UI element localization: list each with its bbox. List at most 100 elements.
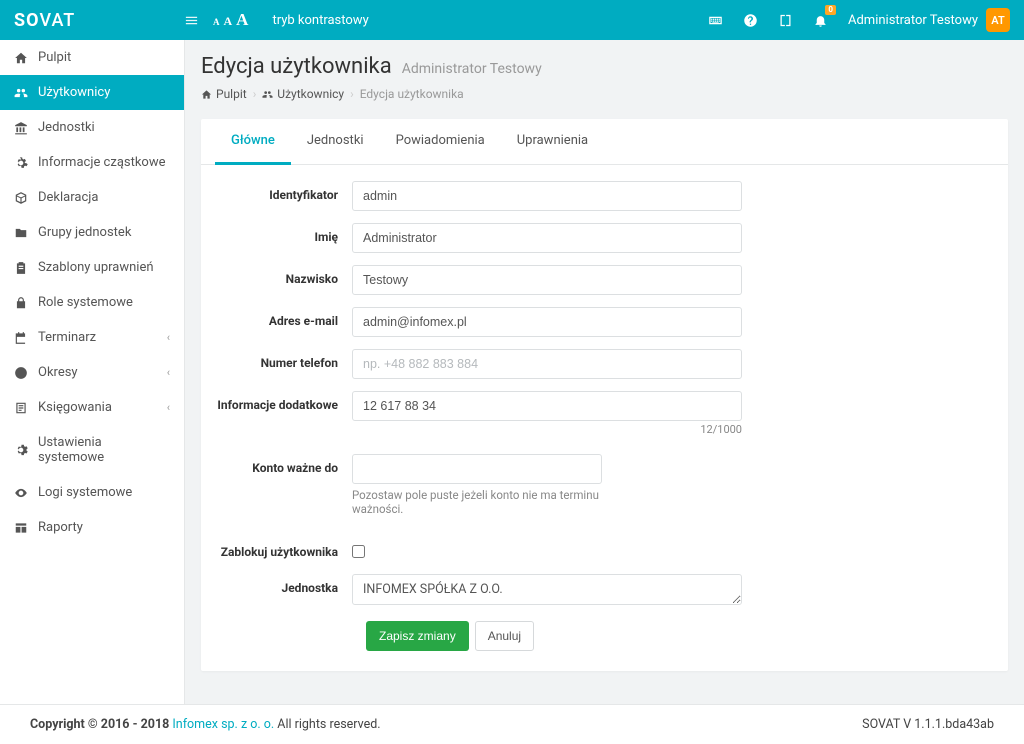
- input-imie[interactable]: [352, 223, 742, 253]
- field-imie: Imię: [217, 223, 992, 253]
- breadcrumb-separator: ›: [350, 87, 354, 101]
- eye-icon: [14, 485, 28, 500]
- keyboard-icon[interactable]: [708, 12, 723, 27]
- field-identyfikator: Identyfikator: [217, 181, 992, 211]
- char-counter: 12/1000: [352, 423, 742, 436]
- book-icon[interactable]: [778, 12, 793, 27]
- label-telefon: Numer telefon: [217, 349, 352, 370]
- sidebar-item-label: Terminarz: [38, 330, 96, 345]
- sidebar-item-ksiegowania[interactable]: Księgowania ‹: [0, 390, 184, 425]
- sidebar-item-uzytkownicy[interactable]: Użytkownicy: [0, 75, 184, 110]
- checkbox-zablokuj[interactable]: [352, 545, 365, 558]
- cancel-button[interactable]: Anuluj: [475, 621, 534, 651]
- breadcrumb-users[interactable]: Użytkownicy: [262, 87, 344, 101]
- sidebar-item-label: Księgowania: [38, 400, 112, 415]
- input-konto-wazne-do[interactable]: [352, 454, 602, 484]
- user-menu[interactable]: Administrator Testowy AT: [848, 8, 1010, 32]
- sidebar-item-raporty[interactable]: Raporty: [0, 510, 184, 545]
- form-card: Główne Jednostki Powiadomienia Uprawnien…: [201, 119, 1008, 671]
- footer-version: SOVAT V 1.1.1.bda43ab: [862, 717, 994, 732]
- input-identyfikator[interactable]: [352, 181, 742, 211]
- page-subtitle: Administrator Testowy: [402, 61, 542, 77]
- navbar-right: 0 Administrator Testowy AT: [708, 8, 1010, 32]
- label-konto-wazne-do: Konto ważne do: [217, 454, 352, 475]
- page-title: Edycja użytkownika Administrator Testowy: [201, 54, 1008, 79]
- sidebar-item-label: Raporty: [38, 520, 83, 535]
- table-icon: [14, 520, 28, 535]
- sidebar: Pulpit Użytkownicy Jednostki Informacje …: [0, 40, 185, 704]
- page-title-text: Edycja użytkownika: [201, 54, 392, 79]
- home-icon: [14, 50, 28, 65]
- label-imie: Imię: [217, 223, 352, 244]
- menu-toggle-icon[interactable]: [184, 12, 199, 27]
- sidebar-item-szablony[interactable]: Szablony uprawnień: [0, 250, 184, 285]
- input-informacje-dodatkowe[interactable]: [352, 391, 742, 421]
- box-icon: [14, 190, 28, 205]
- brand-logo[interactable]: SOVAT: [14, 10, 184, 31]
- sidebar-item-label: Jednostki: [38, 120, 95, 135]
- sidebar-item-ustawienia[interactable]: Ustawienia systemowe: [0, 425, 184, 475]
- label-identyfikator: Identyfikator: [217, 181, 352, 202]
- users-icon: [14, 85, 28, 100]
- label-nazwisko: Nazwisko: [217, 265, 352, 286]
- label-zablokuj: Zablokuj użytkownika: [217, 538, 352, 559]
- chevron-left-icon: ‹: [167, 331, 170, 344]
- folder-icon: [14, 225, 28, 240]
- clock-icon: [14, 365, 28, 380]
- footer-company-link[interactable]: Infomex sp. z o. o.: [172, 717, 274, 732]
- tabs: Główne Jednostki Powiadomienia Uprawnien…: [201, 119, 1008, 165]
- hint-konto-wazne-do: Pozostaw pole puste jeżeli konto nie ma …: [352, 488, 602, 516]
- sidebar-item-role[interactable]: Role systemowe: [0, 285, 184, 320]
- tab-uprawnienia[interactable]: Uprawnienia: [501, 119, 604, 165]
- main-content: Edycja użytkownika Administrator Testowy…: [185, 40, 1024, 704]
- tab-powiadomienia[interactable]: Powiadomienia: [380, 119, 501, 165]
- clipboard-icon: [14, 260, 28, 275]
- font-size-medium[interactable]: A: [224, 14, 233, 29]
- sidebar-item-terminarz[interactable]: Terminarz ‹: [0, 320, 184, 355]
- font-size-large[interactable]: A: [236, 10, 248, 30]
- sidebar-item-deklaracja[interactable]: Deklaracja: [0, 180, 184, 215]
- avatar: AT: [986, 8, 1010, 32]
- breadcrumb-home[interactable]: Pulpit: [201, 87, 247, 101]
- sidebar-item-grupy[interactable]: Grupy jednostek: [0, 215, 184, 250]
- sidebar-item-label: Grupy jednostek: [38, 225, 131, 240]
- font-size-small[interactable]: A: [213, 17, 220, 27]
- sidebar-item-label: Ustawienia systemowe: [38, 435, 170, 465]
- chevron-left-icon: ‹: [167, 366, 170, 379]
- contrast-toggle[interactable]: tryb kontrastowy: [272, 13, 368, 28]
- notifications-icon[interactable]: 0: [813, 12, 828, 27]
- label-jednostka: Jednostka: [217, 574, 352, 595]
- institution-icon: [14, 120, 28, 135]
- sidebar-item-pulpit[interactable]: Pulpit: [0, 40, 184, 75]
- page-header: Edycja użytkownika Administrator Testowy…: [185, 40, 1024, 109]
- brand-rest: VAT: [40, 10, 76, 31]
- footer-copyright-prefix: Copyright © 2016 - 2018: [30, 717, 172, 732]
- top-navbar: SOVAT A A A tryb kontrastowy 0 Administr…: [0, 0, 1024, 40]
- label-informacje-dodatkowe: Informacje dodatkowe: [217, 391, 352, 412]
- cogs-icon: [14, 155, 28, 170]
- input-email[interactable]: [352, 307, 742, 337]
- help-icon[interactable]: [743, 12, 758, 27]
- sidebar-item-label: Logi systemowe: [38, 485, 132, 500]
- sidebar-item-label: Szablony uprawnień: [38, 260, 154, 275]
- sidebar-item-okresy[interactable]: Okresy ‹: [0, 355, 184, 390]
- sidebar-item-label: Role systemowe: [38, 295, 133, 310]
- user-name: Administrator Testowy: [848, 13, 978, 28]
- sidebar-item-logi[interactable]: Logi systemowe: [0, 475, 184, 510]
- field-email: Adres e-mail: [217, 307, 992, 337]
- textarea-jednostka[interactable]: INFOMEX SPÓŁKA Z O.O.: [352, 574, 742, 605]
- sidebar-item-label: Informacje cząstkowe: [38, 155, 166, 170]
- input-nazwisko[interactable]: [352, 265, 742, 295]
- breadcrumb-current: Edycja użytkownika: [360, 87, 464, 101]
- field-konto-wazne-do: Konto ważne do Pozostaw pole puste jeżel…: [217, 454, 992, 516]
- sidebar-item-jednostki[interactable]: Jednostki: [0, 110, 184, 145]
- sidebar-item-informacje[interactable]: Informacje cząstkowe: [0, 145, 184, 180]
- field-telefon: Numer telefon: [217, 349, 992, 379]
- tab-jednostki[interactable]: Jednostki: [291, 119, 380, 165]
- brand-bold: SO: [14, 10, 40, 31]
- label-email: Adres e-mail: [217, 307, 352, 328]
- save-button[interactable]: Zapisz zmiany: [366, 621, 469, 651]
- tab-glowne[interactable]: Główne: [215, 119, 291, 165]
- input-telefon[interactable]: [352, 349, 742, 379]
- sidebar-item-label: Użytkownicy: [38, 85, 110, 100]
